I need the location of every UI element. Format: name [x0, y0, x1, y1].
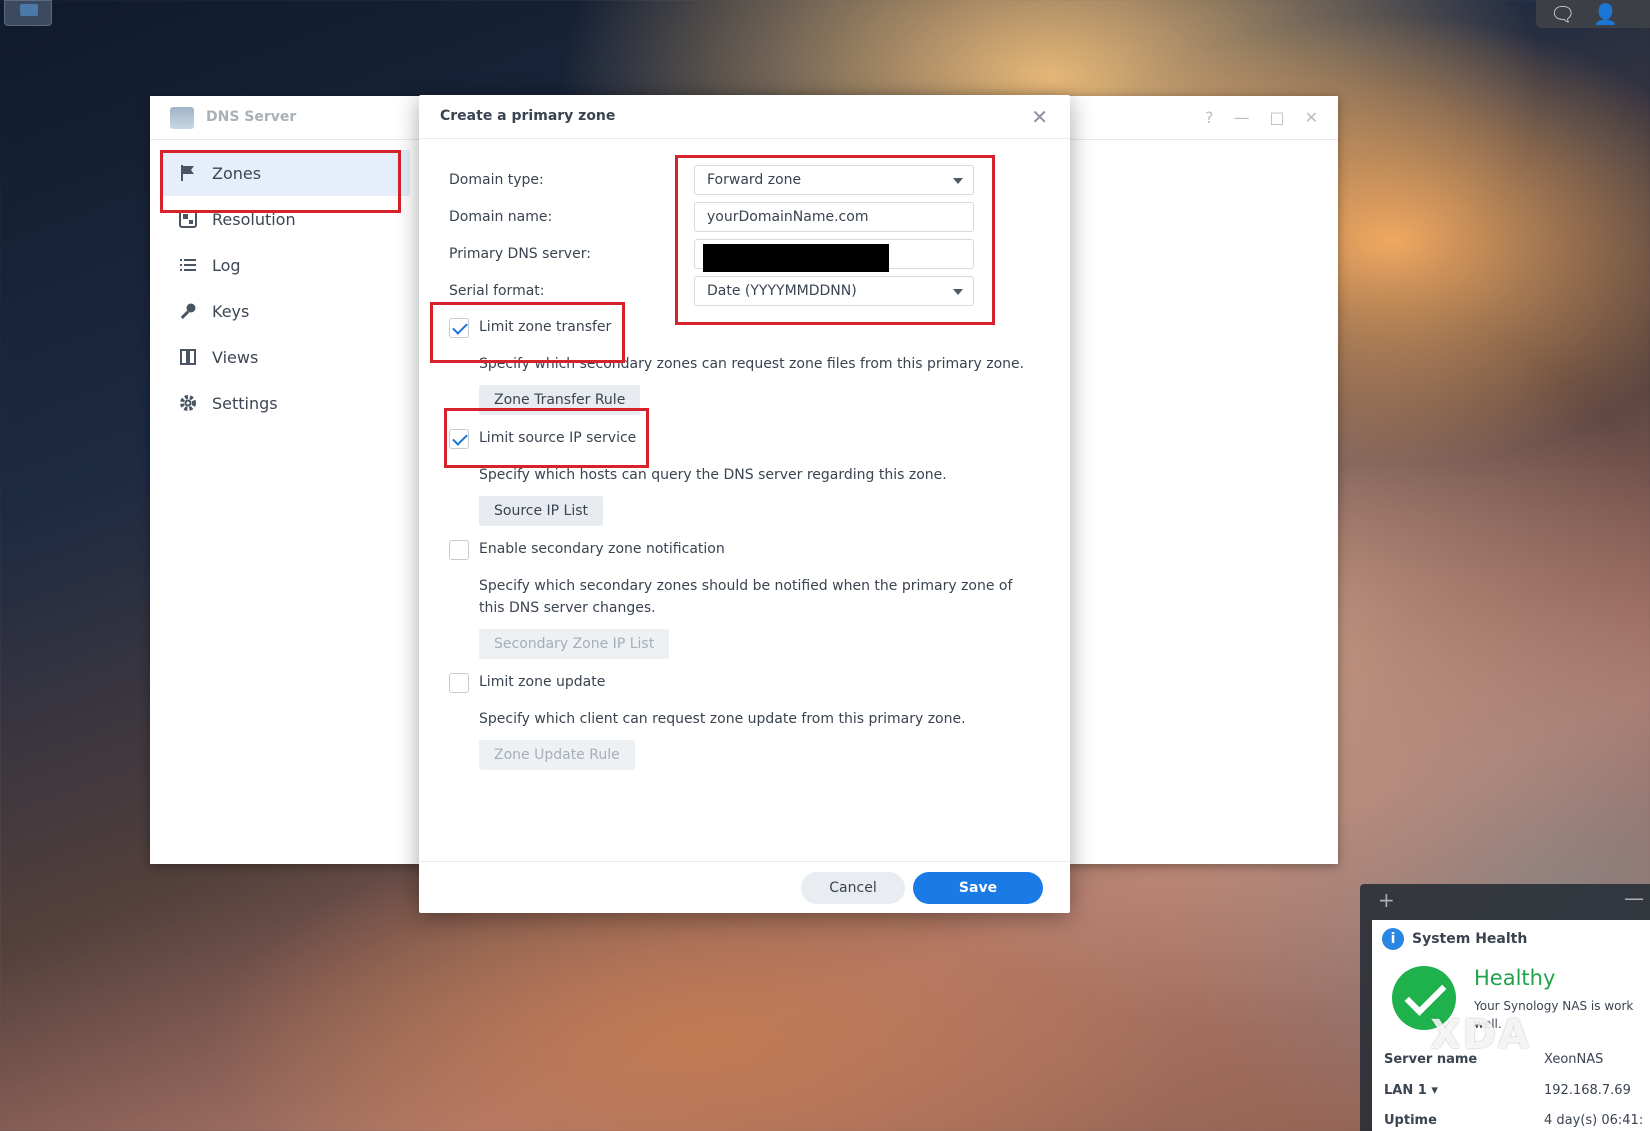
top-right-toolbar: 🗨 👤	[1536, 0, 1650, 28]
limit-zone-update-desc: Specify which client can request zone up…	[479, 711, 966, 727]
dialog-footer: Cancel Save	[419, 861, 1070, 913]
info-icon: i	[1382, 928, 1404, 950]
zone-update-rule-button[interactable]: Zone Update Rule	[479, 740, 635, 770]
source-ip-list-button[interactable]: Source IP List	[479, 496, 604, 526]
health-status: Healthy	[1474, 966, 1556, 990]
domain-name-label: Domain name:	[449, 209, 553, 225]
sidebar: Zones Resolution Log Keys Views Settings	[150, 140, 420, 864]
cancel-button[interactable]: Cancel	[801, 872, 905, 904]
add-widget-icon[interactable]: +	[1378, 888, 1395, 912]
dns-server-dock-icon[interactable]	[4, 0, 52, 26]
sidebar-item-settings[interactable]: Settings	[162, 380, 410, 426]
secondary-zone-notification-checkbox[interactable]	[449, 540, 469, 560]
sidebar-item-log[interactable]: Log	[162, 242, 410, 288]
window-controls: ? — □ ✕	[1205, 108, 1318, 127]
window-title: DNS Server	[206, 109, 297, 125]
server-name-value: XeonNAS	[1544, 1052, 1604, 1067]
dns-server-app-icon	[170, 107, 194, 129]
sidebar-item-keys[interactable]: Keys	[162, 288, 410, 334]
list-icon	[178, 255, 198, 275]
minimize-icon[interactable]: —	[1233, 108, 1249, 127]
primary-dns-label: Primary DNS server:	[449, 246, 591, 262]
limit-zone-update-checkbox[interactable]	[449, 673, 469, 693]
limit-zone-update-label[interactable]: Limit zone update	[479, 674, 605, 690]
uptime-value: 4 day(s) 06:41:	[1544, 1113, 1644, 1128]
serial-format-label: Serial format:	[449, 283, 545, 299]
lan-value: 192.168.7.69	[1544, 1083, 1631, 1098]
gear-icon	[178, 393, 198, 413]
minimize-widget-icon[interactable]: —	[1624, 886, 1644, 910]
book-icon	[178, 347, 198, 367]
secondary-zone-notification-desc: Specify which secondary zones should be …	[479, 578, 1013, 616]
sidebar-item-views[interactable]: Views	[162, 334, 410, 380]
secondary-zone-ip-list-button[interactable]: Secondary Zone IP List	[479, 629, 670, 659]
highlight-zone-fields	[675, 155, 995, 325]
close-icon[interactable]: ✕	[1031, 105, 1048, 129]
maximize-icon[interactable]: □	[1269, 108, 1284, 127]
highlight-limit-zone-transfer	[430, 302, 625, 363]
sidebar-item-label: Keys	[212, 301, 250, 321]
save-button[interactable]: Save	[913, 872, 1043, 904]
key-icon	[178, 301, 198, 321]
sidebar-item-label: Log	[212, 255, 241, 275]
chat-icon[interactable]: 🗨	[1550, 4, 1575, 24]
domain-type-label: Domain type:	[449, 172, 544, 188]
dialog-titlebar: Create a primary zone ✕	[419, 95, 1070, 139]
highlight-limit-source-ip	[444, 408, 649, 468]
uptime-label: Uptime	[1384, 1113, 1437, 1128]
dialog-title: Create a primary zone	[440, 108, 616, 124]
secondary-zone-notification-label[interactable]: Enable secondary zone notification	[479, 541, 725, 557]
close-icon[interactable]: ✕	[1305, 108, 1318, 127]
help-icon[interactable]: ?	[1205, 108, 1214, 127]
highlight-zones	[160, 150, 401, 213]
sidebar-item-label: Views	[212, 347, 259, 367]
user-icon[interactable]: 👤	[1593, 4, 1618, 24]
xda-watermark: XDA	[1430, 1012, 1531, 1058]
sidebar-item-label: Settings	[212, 393, 278, 413]
widget-title: System Health	[1412, 931, 1528, 947]
lan-label[interactable]: LAN 1 ▾	[1384, 1083, 1438, 1098]
